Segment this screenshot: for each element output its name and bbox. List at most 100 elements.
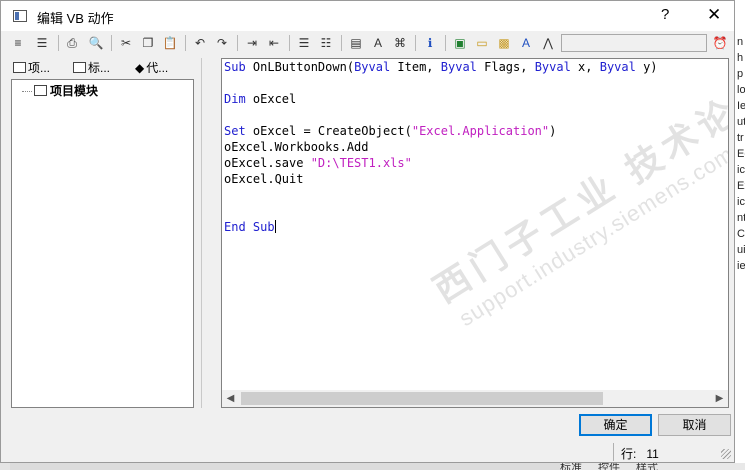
background-text-fragment: ie (737, 260, 745, 272)
code-line[interactable]: Dim oExcel (224, 91, 658, 107)
code-keyword: Dim (224, 92, 246, 106)
tree-item-project-module[interactable]: 项目模块 (22, 82, 98, 99)
code-line[interactable]: Set oExcel = CreateObject("Excel.Applica… (224, 123, 658, 139)
line-label: 行: (621, 447, 637, 461)
tab-code[interactable]: ◆ 代... (135, 58, 168, 78)
code-keyword: Byval (534, 60, 571, 74)
toolbar-separator (341, 35, 342, 51)
editor-gutter (201, 58, 221, 408)
export-icon[interactable]: ▣ (451, 34, 469, 52)
tags-icon (73, 62, 86, 73)
code-text: oExcel.Workbooks.Add (224, 140, 369, 154)
code-line[interactable] (224, 75, 658, 91)
toolbar-search-box[interactable] (561, 34, 707, 52)
code-line[interactable]: End Sub (224, 219, 658, 235)
ok-button[interactable]: 确定 (579, 414, 652, 436)
close-button[interactable]: ✕ (707, 5, 721, 25)
resize-grip-icon[interactable] (721, 449, 731, 459)
font-icon[interactable]: A (369, 34, 387, 52)
background-text-fragment: ut (737, 116, 745, 128)
code-line[interactable]: oExcel.Workbooks.Add (224, 139, 658, 155)
background-right-panel: nhp lo Ie ut tr Ec ic Ex ic nt Cui ie (735, 0, 745, 470)
code-line[interactable] (224, 107, 658, 123)
tab-project[interactable]: 项... (13, 58, 50, 78)
code-line[interactable]: Sub OnLButtonDown(Byval Item, Byval Flag… (224, 59, 658, 75)
code-text: Flags, (476, 60, 535, 74)
code-line[interactable] (224, 203, 658, 219)
horizontal-scrollbar[interactable]: ◀ ▶ (222, 390, 728, 407)
toolbar-separator (237, 35, 238, 51)
font-color-icon[interactable]: A (517, 34, 535, 52)
background-text-fragment: Ex (737, 180, 745, 192)
code-icon: ◆ (135, 61, 145, 75)
code-text: oExcel = CreateObject( (245, 124, 412, 138)
navigator-tabs: 项... 标... ◆ 代... (11, 58, 194, 78)
undo-icon[interactable]: ↶ (191, 34, 209, 52)
code-keyword: Byval (354, 60, 391, 74)
project-tree[interactable]: 项目模块 (11, 79, 194, 408)
indent-icon[interactable]: ≡ (9, 34, 27, 52)
code-text: oExcel.save (224, 156, 311, 170)
toolbar: ≡ ☰ ⎙ 🔍 ✂ ❐ 📋 ↶ ↷ ⇥ ⇤ ☰ ☷ ▤ A ⌘ ℹ ▣ ▭ ▩ … (1, 31, 734, 55)
find-icon[interactable]: ⌘ (391, 34, 409, 52)
code-text: ) (549, 124, 557, 138)
code-content[interactable]: Sub OnLButtonDown(Byval Item, Byval Flag… (224, 59, 658, 235)
clock-icon[interactable]: ⏰ (711, 34, 729, 52)
cancel-button[interactable]: 取消 (658, 414, 731, 436)
code-string: "D:\TEST1.xls" (310, 156, 412, 170)
toolbar-separator (445, 35, 446, 51)
project-icon (13, 62, 26, 73)
code-keyword: Byval (440, 60, 477, 74)
indent-less-icon[interactable]: ⇤ (265, 34, 283, 52)
tree-connector (22, 91, 32, 93)
scrollbar-thumb[interactable] (241, 392, 603, 405)
copy-icon[interactable]: ❐ (139, 34, 157, 52)
code-line[interactable] (224, 187, 658, 203)
code-text: y) (635, 60, 658, 74)
code-text: Item, (390, 60, 441, 74)
indent-more-icon[interactable]: ⇥ (243, 34, 261, 52)
code-keyword: Sub (224, 60, 246, 74)
tag-icon[interactable]: ▩ (495, 34, 513, 52)
compass-icon[interactable]: ⋀ (539, 34, 557, 52)
vb-action-dialog: 编辑 VB 动作 ? ✕ ≡ ☰ ⎙ 🔍 ✂ ❐ 📋 ↶ ↷ ⇥ ⇤ ☰ ☷ ▤… (0, 0, 735, 463)
code-editor[interactable]: Sub OnLButtonDown(Byval Item, Byval Flag… (221, 58, 729, 408)
toolbar-separator (415, 35, 416, 51)
background-text-fragment: ic (737, 196, 745, 208)
background-text-fragment: lo (737, 84, 745, 96)
folder-icon[interactable]: ▭ (473, 34, 491, 52)
code-line[interactable]: oExcel.Quit (224, 171, 658, 187)
scroll-right-icon[interactable]: ▶ (711, 390, 728, 407)
info-icon[interactable]: ℹ (421, 34, 439, 52)
redo-icon[interactable]: ↷ (213, 34, 231, 52)
background-text-fragment: Ec (737, 148, 745, 160)
object-list-icon[interactable]: ▤ (347, 34, 365, 52)
status-divider (613, 443, 614, 461)
paste-icon[interactable]: 📋 (161, 34, 179, 52)
code-text: OnLButtonDown( (245, 60, 355, 74)
outdent-icon[interactable]: ☰ (33, 34, 51, 52)
tab-label: 代... (146, 61, 169, 75)
tree-item-label: 项目模块 (50, 84, 99, 98)
background-tab-label: 控件 (598, 463, 620, 470)
print-icon[interactable]: ⎙ (63, 34, 81, 52)
comment-icon[interactable]: ☰ (295, 34, 313, 52)
code-text: oExcel.Quit (224, 172, 304, 186)
background-text-fragment: p (737, 68, 744, 80)
module-icon (34, 85, 47, 96)
cut-icon[interactable]: ✂ (117, 34, 135, 52)
line-value: 11 (646, 447, 659, 461)
uncomment-icon[interactable]: ☷ (317, 34, 335, 52)
print-preview-icon[interactable]: 🔍 (87, 34, 105, 52)
background-tab-label: 标准 (560, 463, 582, 470)
background-text-fragment: h (737, 52, 744, 64)
scroll-left-icon[interactable]: ◀ (222, 390, 239, 407)
help-button[interactable]: ? (661, 6, 669, 23)
tab-label: 项... (28, 61, 51, 75)
toolbar-separator (185, 35, 186, 51)
code-keyword: Sub (252, 220, 275, 234)
code-line[interactable]: oExcel.save "D:\TEST1.xls" (224, 155, 658, 171)
background-text-fragment: ui (737, 244, 745, 256)
tab-tags[interactable]: 标... (73, 58, 110, 78)
